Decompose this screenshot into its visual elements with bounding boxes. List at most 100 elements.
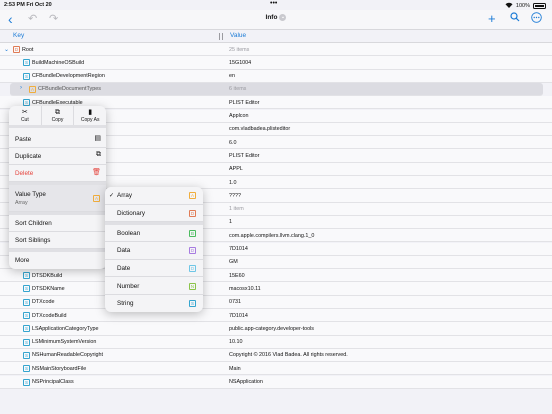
type-badge-icon: S xyxy=(189,300,196,308)
row-key[interactable]: DTXcodeBuild xyxy=(32,313,66,319)
scissors-icon: ✂ xyxy=(21,109,28,116)
row-value[interactable]: GM xyxy=(229,259,238,265)
row-key[interactable]: Root xyxy=(22,47,33,53)
option-label: Boolean xyxy=(117,229,141,237)
row-value[interactable]: PLIST Editor xyxy=(229,100,259,106)
table-row[interactable]: S DTSDKName macosx10.11 xyxy=(0,282,552,296)
row-key[interactable]: NSPrincipalClass xyxy=(32,379,74,385)
value-type-option-string[interactable]: String S xyxy=(105,295,203,312)
table-row[interactable]: S NSHumanReadableCopyright Copyright © 201… xyxy=(0,348,552,363)
row-value[interactable]: com.apple.compilers.llvm.clang.1_0 xyxy=(229,233,314,239)
row-value[interactable]: 1 item xyxy=(229,206,244,212)
delete-item[interactable]: Delete 🗑 xyxy=(9,165,106,182)
row-value[interactable]: 7D1014 xyxy=(229,246,248,252)
type-badge-icon: S xyxy=(23,272,30,280)
copy-icon: ⧉ xyxy=(55,109,60,116)
sort-siblings-item[interactable]: Sort Siblings xyxy=(9,232,106,249)
disclosure-expanded-icon[interactable]: ⌄ xyxy=(4,46,9,53)
type-badge-icon: S xyxy=(23,285,30,293)
sort-children-item[interactable]: Sort Children xyxy=(9,215,106,232)
value-type-item[interactable]: Value Type Array A xyxy=(9,185,106,212)
table-row[interactable]: S CFBundleDevelopmentRegion en xyxy=(0,69,552,83)
row-value[interactable]: 15E60 xyxy=(229,273,245,279)
row-key[interactable]: DTXcode xyxy=(32,299,54,305)
row-value[interactable]: com.vladbadea.plisteditor xyxy=(229,126,290,132)
value-type-option-data[interactable]: Data D xyxy=(105,242,203,260)
row-key[interactable]: CFBundleDevelopmentRegion xyxy=(32,73,105,79)
duplicate-item[interactable]: Duplicate ⧉ xyxy=(9,148,106,165)
row-value[interactable]: 7D1014 xyxy=(229,313,248,319)
battery-icon xyxy=(533,3,546,9)
row-value[interactable]: 1.0 xyxy=(229,180,237,186)
row-value[interactable]: macosx10.11 xyxy=(229,286,261,292)
value-column-header[interactable]: Value xyxy=(230,32,246,39)
table-row[interactable]: S NSMainStoryboardFile Main xyxy=(0,362,552,376)
status-right: 100% xyxy=(505,2,546,10)
status-time: 2:53 PM Fri Oct 20 xyxy=(4,2,52,8)
type-badge-icon: S xyxy=(23,351,30,359)
cut-button[interactable]: ✂ Cut xyxy=(9,106,42,125)
row-value[interactable]: Main xyxy=(229,366,241,372)
type-badge-icon: D xyxy=(189,264,196,272)
disclosure-collapsed-icon[interactable]: › xyxy=(20,85,22,91)
page-title[interactable]: Info ⌄ xyxy=(0,14,552,21)
row-key[interactable]: NSHumanReadableCopyright xyxy=(32,352,103,358)
row-value[interactable]: 0731 xyxy=(229,299,241,305)
value-type-option-boolean[interactable]: Boolean B xyxy=(105,225,203,243)
key-column-header[interactable]: Key xyxy=(13,32,24,39)
copy-button[interactable]: ⧉ Copy xyxy=(42,106,75,125)
table-row[interactable]: S DTSDKBuild 15E60 xyxy=(0,269,552,283)
paste-item[interactable]: Paste ▤ xyxy=(9,131,106,148)
copy-as-button[interactable]: ▮ Copy As xyxy=(74,106,106,125)
table-row[interactable]: S LSApplicationCategoryType public.app-cat… xyxy=(0,322,552,336)
value-type-option-date[interactable]: Date D xyxy=(105,260,203,278)
type-badge-icon: S xyxy=(23,365,30,373)
row-value[interactable]: ???? xyxy=(229,193,241,199)
row-value[interactable]: APPL xyxy=(229,166,243,172)
row-key[interactable]: CFBundleDocumentTypes xyxy=(38,86,101,92)
value-type-option-array[interactable]: ✓ Array A xyxy=(105,187,203,205)
column-resize-handle[interactable] xyxy=(219,33,223,40)
table-row[interactable]: ⌄ D Root 25 items xyxy=(0,43,552,57)
type-badge-icon: D xyxy=(189,247,196,255)
row-value[interactable]: 10.10 xyxy=(229,339,243,345)
value-type-option-dictionary[interactable]: Dictionary D xyxy=(105,205,203,223)
row-key[interactable]: DTSDKName xyxy=(32,286,65,292)
table-row[interactable]: S BuildMachineOSBuild 15G1004 xyxy=(0,56,552,70)
option-label: Number xyxy=(117,282,140,290)
table-row[interactable]: S DTXcodeBuild 7D1014 xyxy=(0,309,552,323)
row-key[interactable]: LSMinimumSystemVersion xyxy=(32,339,96,345)
type-badge-icon: S xyxy=(23,325,30,333)
row-key[interactable]: LSApplicationCategoryType xyxy=(32,326,99,332)
row-key[interactable]: BuildMachineOSBuild xyxy=(32,60,84,66)
table-row[interactable]: › A CFBundleDocumentTypes 6 items xyxy=(10,82,543,97)
row-key[interactable]: NSMainStoryboardFile xyxy=(32,366,86,372)
more-icon[interactable] xyxy=(531,12,542,27)
row-value[interactable]: PLIST Editor xyxy=(229,153,259,159)
more-item[interactable]: More xyxy=(9,252,106,269)
status-bar: 2:53 PM Fri Oct 20 ••• 100% xyxy=(0,0,552,10)
row-value[interactable]: NSApplication xyxy=(229,379,263,385)
row-value[interactable]: en xyxy=(229,73,235,79)
table-row[interactable]: S DTXcode 0731 xyxy=(0,295,552,309)
row-value[interactable]: 25 items xyxy=(229,47,249,53)
row-value[interactable]: 6 items xyxy=(229,86,246,92)
row-key[interactable]: DTSDKBuild xyxy=(32,273,62,279)
add-icon[interactable]: + xyxy=(488,12,496,26)
table-row[interactable]: S LSMinimumSystemVersion 10.10 xyxy=(0,335,552,349)
table-row[interactable]: S NSPrincipalClass NSApplication xyxy=(0,375,552,389)
title-chevron-icon: ⌄ xyxy=(279,14,287,21)
row-value[interactable]: Copyright © 2016 Vlad Badea. All rights … xyxy=(229,352,348,358)
row-value[interactable]: 1 xyxy=(229,219,232,225)
row-key[interactable]: CFBundleExecutable xyxy=(32,100,83,106)
search-icon[interactable] xyxy=(510,12,520,26)
type-badge-icon: S xyxy=(23,298,30,306)
column-header: Key Value xyxy=(0,30,552,43)
navigation-bar: ‹ ↶ ↷ Info ⌄ + xyxy=(0,10,552,30)
row-value[interactable]: 6.0 xyxy=(229,140,237,146)
row-value[interactable]: Applcon xyxy=(229,113,248,119)
row-value[interactable]: 15G1004 xyxy=(229,60,251,66)
row-value[interactable]: public.app-category.developer-tools xyxy=(229,326,314,332)
multitasking-dots[interactable]: ••• xyxy=(270,0,277,7)
value-type-option-number[interactable]: Number N xyxy=(105,278,203,296)
